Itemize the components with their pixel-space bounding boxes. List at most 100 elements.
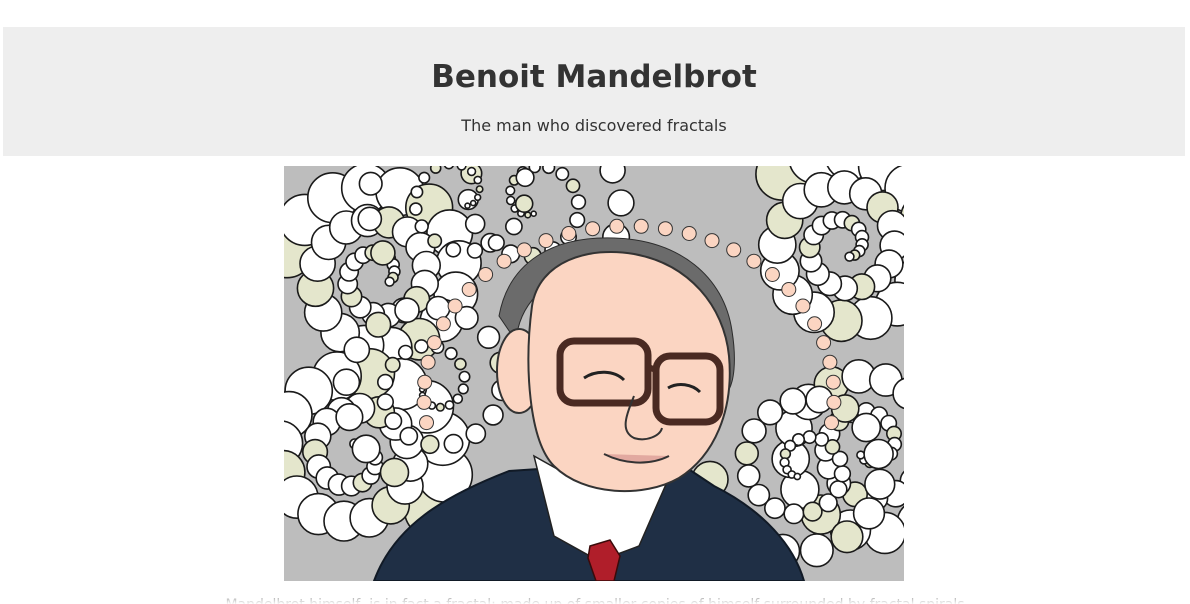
mini-head xyxy=(633,218,649,234)
mini-head xyxy=(461,282,477,297)
portrait-image xyxy=(284,166,904,581)
mini-head xyxy=(561,226,577,241)
mini-head xyxy=(781,282,797,297)
spiral-bubble xyxy=(524,211,532,219)
spiral-bubble xyxy=(425,295,451,321)
spiral-bubble xyxy=(445,241,462,258)
mini-head xyxy=(426,335,442,351)
spiral-bubble xyxy=(443,166,454,170)
mini-head xyxy=(807,316,823,332)
spiral-bubble xyxy=(332,368,361,396)
spiral-bubble xyxy=(482,404,504,426)
mini-head xyxy=(419,415,434,431)
mini-head xyxy=(516,242,532,258)
spiral-bubble xyxy=(864,468,896,500)
spiral-bubble xyxy=(452,393,464,405)
spiral-bubble xyxy=(343,336,371,364)
mini-head xyxy=(764,267,780,282)
spiral-bubble xyxy=(414,219,429,234)
spiral-bubble xyxy=(475,185,484,194)
spiral-bubble xyxy=(466,242,484,259)
spiral-bubble xyxy=(376,393,395,411)
mini-head xyxy=(746,253,762,269)
spiral-bubble xyxy=(370,240,396,266)
spiral-bubble xyxy=(399,426,419,446)
spiral-bubble xyxy=(458,370,471,383)
spiral-bubble xyxy=(464,213,486,235)
spiral-bubble xyxy=(464,202,471,210)
page-title: Benoit Mandelbrot xyxy=(431,59,757,95)
spiral-bubble xyxy=(783,503,805,525)
mini-head xyxy=(704,233,720,249)
spiral-bubble xyxy=(863,438,894,470)
mini-head xyxy=(478,267,494,282)
mini-head xyxy=(609,218,625,234)
spiral-bubble xyxy=(397,344,414,361)
spiral-bubble xyxy=(429,166,442,174)
page-subtitle: The man who discovered fractals xyxy=(461,116,727,135)
mini-head xyxy=(585,221,601,237)
spiral-bubble xyxy=(779,387,807,415)
mini-head xyxy=(822,354,838,370)
spiral-bubble xyxy=(570,194,587,210)
spiral-bubble xyxy=(443,433,464,454)
spiral-bubble xyxy=(487,234,505,252)
mini-head xyxy=(726,242,742,258)
spiral-bubble xyxy=(736,464,761,488)
spiral-bubble xyxy=(457,383,469,395)
spiral-bubble xyxy=(833,465,852,483)
portrait-illustration xyxy=(284,166,904,581)
image-caption: Mandelbrot himself, is in fact a fractal… xyxy=(0,596,1190,604)
spiral-bubble xyxy=(505,195,516,206)
spiral-bubble xyxy=(409,202,423,216)
spiral-bubble xyxy=(814,431,829,447)
spiral-bubble xyxy=(454,357,467,371)
spiral-bubble xyxy=(504,217,523,236)
spiral-bubble xyxy=(565,178,581,194)
spiral-bubble xyxy=(410,185,424,199)
spiral-bubble xyxy=(358,171,383,196)
spiral-bubble xyxy=(734,441,759,466)
spiral-bubble xyxy=(530,210,537,218)
spiral-bubble xyxy=(384,412,403,431)
spiral-bubble xyxy=(469,199,477,207)
spiral-bubble xyxy=(444,346,458,361)
mini-head xyxy=(435,316,451,332)
spiral-bubble xyxy=(357,206,383,232)
spiral-bubble xyxy=(741,418,767,444)
spiral-bubble xyxy=(607,189,635,217)
page-header: Benoit Mandelbrot The man who discovered… xyxy=(3,27,1185,156)
spiral-bubble xyxy=(793,472,802,481)
spiral-bubble xyxy=(351,434,381,464)
spiral-bubble xyxy=(427,233,443,249)
spiral-bubble xyxy=(394,297,420,323)
spiral-bubble xyxy=(514,194,534,214)
spiral-bubble xyxy=(414,339,429,354)
spiral-bubble xyxy=(763,497,786,520)
spiral-bubble xyxy=(379,457,410,488)
spiral-bubble xyxy=(384,276,395,287)
spiral-bubble xyxy=(852,497,886,530)
mini-head xyxy=(825,374,841,390)
spiral-bubble xyxy=(569,211,586,229)
spiral-bubble xyxy=(365,311,392,338)
mini-head xyxy=(826,394,842,410)
spiral-bubble xyxy=(476,325,501,350)
spiral-bubble xyxy=(444,400,455,410)
spiral-bubble xyxy=(555,166,570,181)
mini-head xyxy=(681,226,697,241)
page: Benoit Mandelbrot The man who discovered… xyxy=(0,0,1190,604)
spiral-bubble xyxy=(473,175,483,185)
mini-head xyxy=(538,233,554,249)
spiral-bubble xyxy=(384,356,401,373)
spiral-bubble xyxy=(829,480,848,499)
mini-head xyxy=(795,298,811,314)
spiral-bubble xyxy=(418,171,431,184)
mini-head xyxy=(657,221,673,237)
spiral-bubble xyxy=(466,166,477,177)
spiral-bubble xyxy=(799,533,834,568)
spiral-bubble xyxy=(505,185,516,196)
mini-head xyxy=(824,415,839,431)
spiral-bubble xyxy=(599,166,626,184)
spiral-bubble xyxy=(802,430,817,445)
